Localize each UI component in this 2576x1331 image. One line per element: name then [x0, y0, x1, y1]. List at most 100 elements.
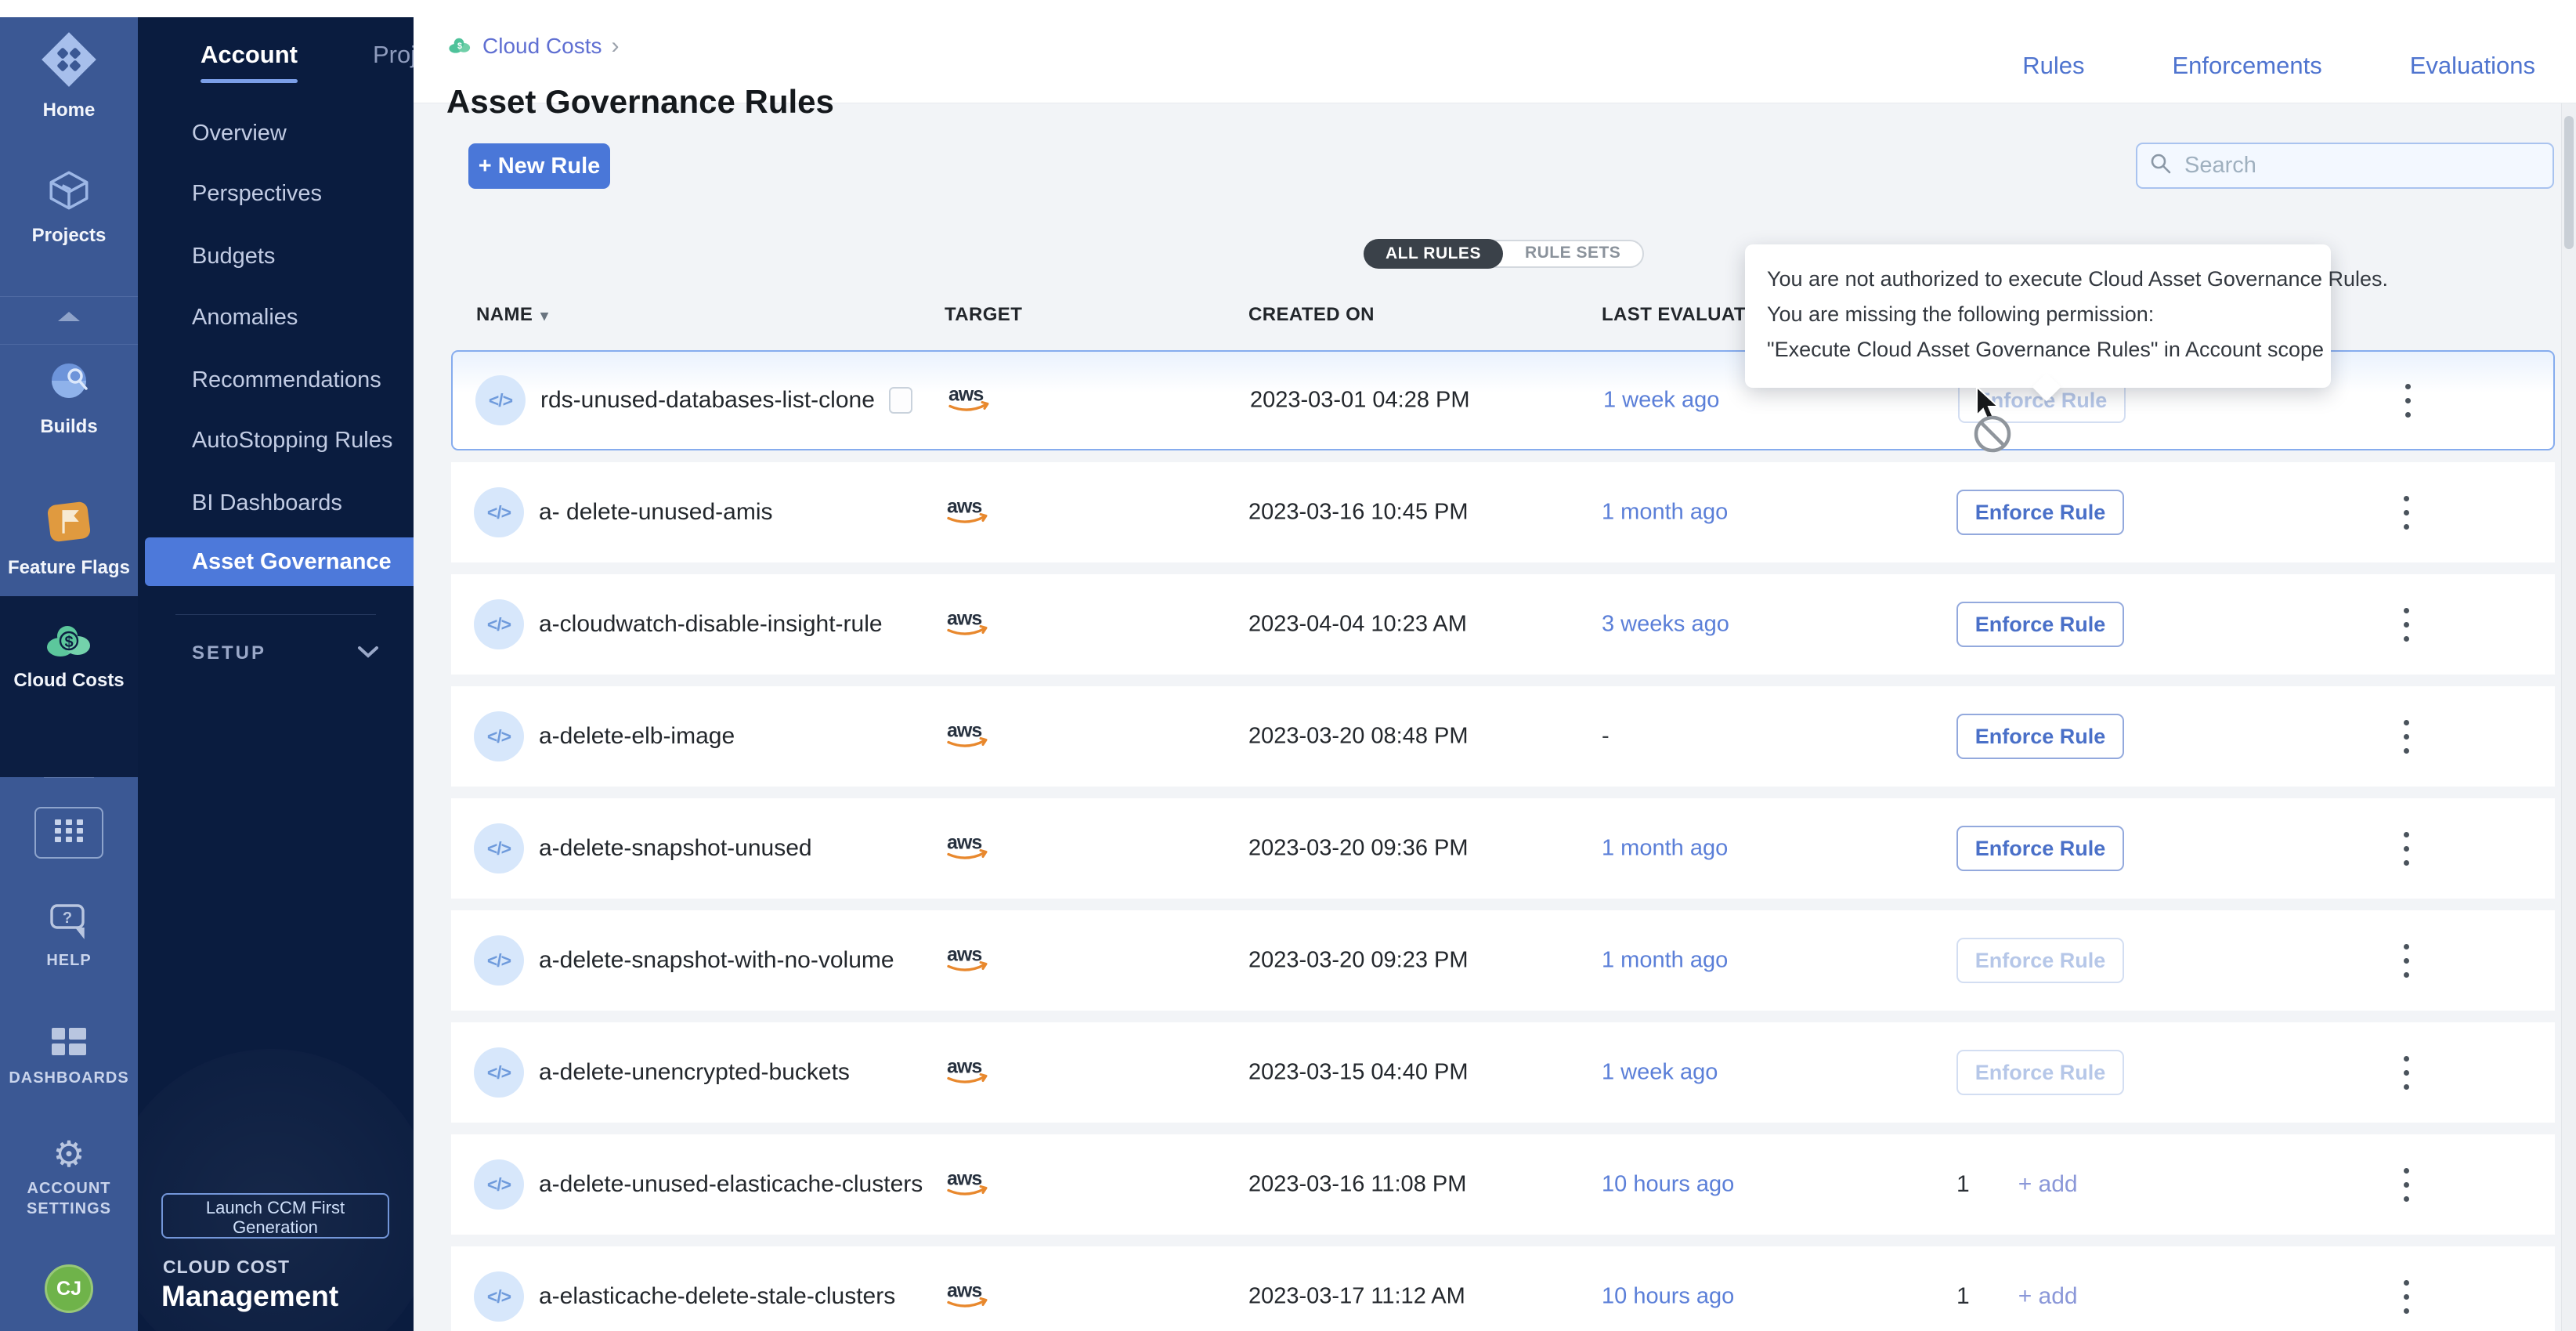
sidebar-item-budgets[interactable]: Budgets [192, 241, 275, 272]
last-evaluation-link[interactable]: 10 hours ago [1602, 1284, 1734, 1310]
sidebar-item-account-settings[interactable]: ⚙ ACCOUNT SETTINGS [0, 1136, 138, 1219]
rule-icon: </> [474, 1159, 524, 1210]
sidebar-item-builds[interactable]: Builds [0, 356, 138, 438]
kebab-menu-icon[interactable] [2390, 825, 2422, 872]
last-evaluation-link[interactable]: 1 week ago [1602, 1060, 1718, 1086]
tab-account[interactable]: Account [201, 41, 298, 69]
breadcrumb-link-cloud-costs[interactable]: Cloud Costs [482, 34, 602, 59]
table-row[interactable]: </> a- delete-unused-amis aws 2023-03-16… [451, 462, 2555, 562]
setup-section-toggle[interactable]: SETUP [192, 642, 380, 664]
enforce-rule-button[interactable]: Enforce Rule [1956, 938, 2124, 983]
avatar[interactable]: CJ [45, 1264, 93, 1313]
rule-name-cell: a-delete-snapshot-unused [539, 835, 812, 862]
aws-logo-icon: aws [945, 720, 990, 754]
sidebar-item-autostopping-rules[interactable]: AutoStopping Rules [192, 425, 392, 456]
column-header-target: TARGET [945, 304, 1022, 326]
enforce-rule-button[interactable]: Enforce Rule [1956, 826, 2124, 871]
rule-name: a-cloudwatch-disable-insight-rule [539, 611, 883, 638]
created-on: 2023-04-04 10:23 AM [1248, 612, 1467, 638]
chevron-up-icon [55, 309, 83, 328]
kebab-menu-icon[interactable] [2390, 1161, 2422, 1208]
tooltip-line: You are not authorized to execute Cloud … [1767, 262, 2309, 297]
sidebar-item-home[interactable]: Home [0, 30, 138, 121]
toggle-rule-sets[interactable]: RULE SETS [1503, 240, 1642, 268]
table-row[interactable]: </> a-delete-snapshot-unused aws 2023-03… [451, 798, 2555, 899]
last-evaluation-link[interactable]: 1 month ago [1602, 948, 1728, 974]
enforcement-count: 1 [1956, 1283, 1970, 1310]
rule-name-cell: a- delete-unused-amis [539, 499, 773, 526]
tab-project[interactable]: Project [373, 41, 414, 69]
search-input[interactable] [2183, 152, 2540, 179]
svg-text:?: ? [63, 910, 72, 927]
kebab-menu-icon[interactable] [2390, 713, 2422, 760]
new-rule-button[interactable]: + New Rule [468, 143, 610, 189]
kebab-menu-icon[interactable] [2390, 937, 2422, 984]
sidebar-item-projects[interactable]: Projects [0, 166, 138, 247]
copy-icon[interactable] [889, 387, 912, 414]
flag-icon [44, 537, 94, 550]
tab-enforcements[interactable]: Enforcements [2172, 52, 2321, 80]
rules-view-toggle: ALL RULES RULE SETS [1364, 240, 1644, 268]
last-evaluation-link[interactable]: 3 weeks ago [1602, 612, 1729, 638]
rule-icon: </> [475, 375, 526, 425]
scrollbar-thumb[interactable] [2564, 116, 2574, 249]
kebab-menu-icon[interactable] [2390, 489, 2422, 536]
last-evaluation-link[interactable]: 1 week ago [1603, 388, 1719, 414]
add-enforcement-link[interactable]: + add [2018, 1171, 2078, 1198]
rule-icon: </> [474, 487, 524, 537]
table-row[interactable]: </> a-delete-unencrypted-buckets aws 202… [451, 1022, 2555, 1123]
module-picker-button[interactable] [34, 807, 103, 859]
sidebar-item-help[interactable]: ? HELP [0, 901, 138, 970]
last-evaluation-link[interactable]: 10 hours ago [1602, 1172, 1734, 1198]
main-content: $ Cloud Costs › Asset Governance Rules R… [414, 17, 2576, 1331]
aws-logo-icon: aws [945, 1168, 990, 1202]
rule-icon: </> [474, 823, 524, 873]
tab-evaluations[interactable]: Evaluations [2410, 52, 2535, 80]
search-icon [2150, 153, 2172, 179]
kebab-menu-icon[interactable] [2390, 1273, 2422, 1320]
table-row[interactable]: </> a-elasticache-delete-stale-clusters … [451, 1246, 2555, 1331]
column-header-name[interactable]: NAME▾ [476, 304, 548, 326]
sidebar-item-feature-flags[interactable]: Feature Flags [0, 497, 138, 579]
sidebar-item-perspectives[interactable]: Perspectives [192, 178, 322, 209]
toggle-all-rules[interactable]: ALL RULES [1364, 239, 1503, 269]
rule-name: a-delete-unused-elasticache-clusters [539, 1171, 923, 1198]
scrollbar[interactable] [2561, 103, 2576, 1331]
last-evaluation-link[interactable]: - [1602, 724, 1610, 750]
table-row[interactable]: </> a-delete-snapshot-with-no-volume aws… [451, 910, 2555, 1011]
setup-label: SETUP [192, 642, 266, 664]
enforcement-count: 1 [1956, 1171, 1970, 1198]
table-row[interactable]: </> a-cloudwatch-disable-insight-rule aw… [451, 574, 2555, 675]
last-evaluation-link[interactable]: 1 month ago [1602, 500, 1728, 526]
enforce-rule-button[interactable]: Enforce Rule [1956, 490, 2124, 535]
sidebar-item-label: DASHBOARDS [0, 1069, 138, 1087]
nav-collapse-control[interactable] [0, 296, 138, 345]
row-action-cell: Enforce Rule [1956, 490, 2124, 535]
sidebar-item-anomalies[interactable]: Anomalies [192, 302, 298, 333]
enforce-rule-button[interactable]: Enforce Rule [1956, 602, 2124, 647]
launch-ccm-first-gen-button[interactable]: Launch CCM First Generation [161, 1193, 389, 1239]
kebab-menu-icon[interactable] [2390, 1049, 2422, 1096]
rule-name: a-delete-elb-image [539, 723, 735, 750]
sidebar-item-cloud-costs[interactable]: $ Cloud Costs [0, 619, 138, 692]
kebab-menu-icon[interactable] [2392, 377, 2423, 424]
table-row[interactable]: </> a-delete-elb-image aws 2023-03-20 08… [451, 686, 2555, 787]
row-action-cell: 1 + add [1956, 1283, 2078, 1310]
sidebar-item-asset-governance[interactable]: Asset Governance [192, 546, 392, 577]
sidebar-item-label: Projects [0, 225, 138, 247]
sidebar-item-dashboards[interactable]: DASHBOARDS [0, 1025, 138, 1087]
sidebar-item-recommendations[interactable]: Recommendations [192, 364, 381, 396]
enforce-rule-button[interactable]: Enforce Rule [1956, 1050, 2124, 1095]
enforce-rule-button[interactable]: Enforce Rule [1956, 714, 2124, 759]
sidebar-item-label: HELP [0, 952, 138, 970]
sidebar-item-overview[interactable]: Overview [192, 118, 287, 149]
tab-rules[interactable]: Rules [2022, 52, 2084, 80]
last-evaluation-link[interactable]: 1 month ago [1602, 836, 1728, 862]
sidebar-item-bi-dashboards[interactable]: BI Dashboards [192, 487, 342, 519]
kebab-menu-icon[interactable] [2390, 601, 2422, 648]
table-row[interactable]: </> a-delete-unused-elasticache-clusters… [451, 1134, 2555, 1235]
aws-logo-icon: aws [945, 496, 990, 530]
add-enforcement-link[interactable]: + add [2018, 1283, 2078, 1310]
svg-text:aws: aws [947, 832, 981, 854]
rules-table-body: </> rds-unused-databases-list-clone aws … [451, 350, 2555, 1331]
